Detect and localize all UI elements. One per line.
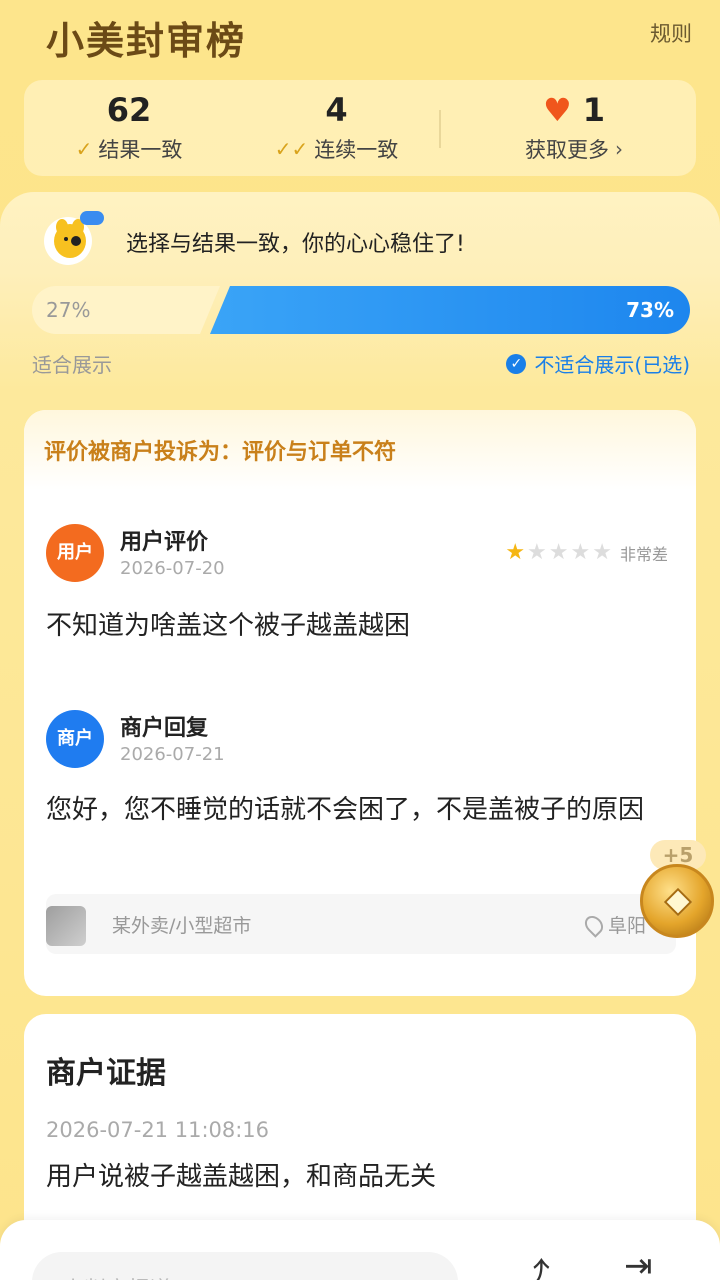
user-avatar: 用户 [46,524,104,582]
gold-coin-icon[interactable] [640,864,714,938]
merchant-reply-title: 商户回复 [120,716,209,741]
option-suitable: 适合展示 [32,353,112,377]
heart-icon: ♥ [542,91,572,129]
merchant-reply-text: 您好，您不睡觉的话就不会困了，不是盖被子的原因 [46,795,645,825]
user-review-title: 用户评价 [120,530,209,555]
get-more-link[interactable]: 获取更多 [525,134,609,164]
right-percent: 73% [626,298,674,322]
comment-input[interactable]: 小判官报道 [32,1252,458,1280]
option-unsuitable-selected: ✓ 不适合展示(已选) [506,349,690,378]
brand-title: 小美封审榜 [46,18,247,63]
merchant-avatar: 商户 [46,710,104,768]
evidence-time: 2026-07-21 11:08:16 [46,1118,270,1142]
streak-count: 4 [325,91,348,129]
complaint-reason: 评价被商户投诉为：评价与订单不符 [24,410,696,490]
app-header: 小美封审榜 规则 [0,0,720,70]
star-empty-icon: ★ [570,540,591,565]
progress-right-bar [210,286,690,334]
stat-streak: 4 ✓✓ 连续一致 [269,90,404,164]
shop-info[interactable]: 某外卖/小型超市 阜阳 [46,894,676,954]
shop-icon [46,906,86,946]
user-review-date: 2026-07-20 [120,558,225,579]
star-empty-icon: ★ [548,540,569,565]
selected-check-icon: ✓ [506,353,527,374]
consistent-label: 结果一致 [98,138,183,162]
evidence-text: 用户说被子越盖越困，和商品无关 [46,1162,437,1192]
streak-label: 连续一致 [314,138,399,162]
stat-hearts[interactable]: ♥ 1 获取更多 › [494,90,654,164]
rating-label: 非常差 [619,544,668,564]
mascot-icon [44,211,104,265]
rules-link[interactable]: 规则 [650,18,692,48]
star-empty-icon: ★ [527,540,547,565]
star-empty-icon: ★ [592,540,612,565]
option-unsuitable-label: 不适合展示(已选) [534,353,690,377]
location-pin-icon [581,911,607,938]
evidence-title: 商户证据 [46,1056,166,1091]
vote-progress: 27% 73% [32,286,690,334]
stats-card: 62 ✓ 结果一致 4 ✓✓ 连续一致 ♥ 1 获取更多 › [24,80,696,176]
double-check-icon: ✓✓ [274,137,309,161]
user-review-text: 不知道为啥盖这个被子越盖越困 [46,611,411,641]
result-banner: 选择与结果一致，你的心心稳住了! [126,232,465,257]
rating-stars: ★ ★ ★ ★ ★ 非常差 [505,540,668,565]
location-text: 阜阳 [607,915,646,937]
share-icon[interactable]: ⤴ [516,1248,550,1280]
review-card: 评价被商户投诉为：评价与订单不符 用户 用户评价 2026-07-20 ★ ★ … [24,410,696,996]
stats-divider [439,110,441,148]
merchant-reply-date: 2026-07-21 [120,744,225,765]
check-icon: ✓ [75,137,93,161]
exit-icon[interactable]: ⇥ [624,1246,653,1280]
bottom-bar: 小判官报道 ⤴ ⇥ [0,1220,720,1280]
left-percent: 27% [46,298,91,322]
consistent-count: 62 [106,91,152,129]
stat-consistent: 62 ✓ 结果一致 [64,90,194,164]
chevron-right-icon: › [615,137,623,161]
star-icon: ★ [505,540,526,565]
shop-name: 某外卖/小型超市 [112,915,252,937]
coin-hole [663,887,693,917]
hearts-count: 1 [582,91,606,129]
shop-location: 阜阳 [581,911,646,938]
